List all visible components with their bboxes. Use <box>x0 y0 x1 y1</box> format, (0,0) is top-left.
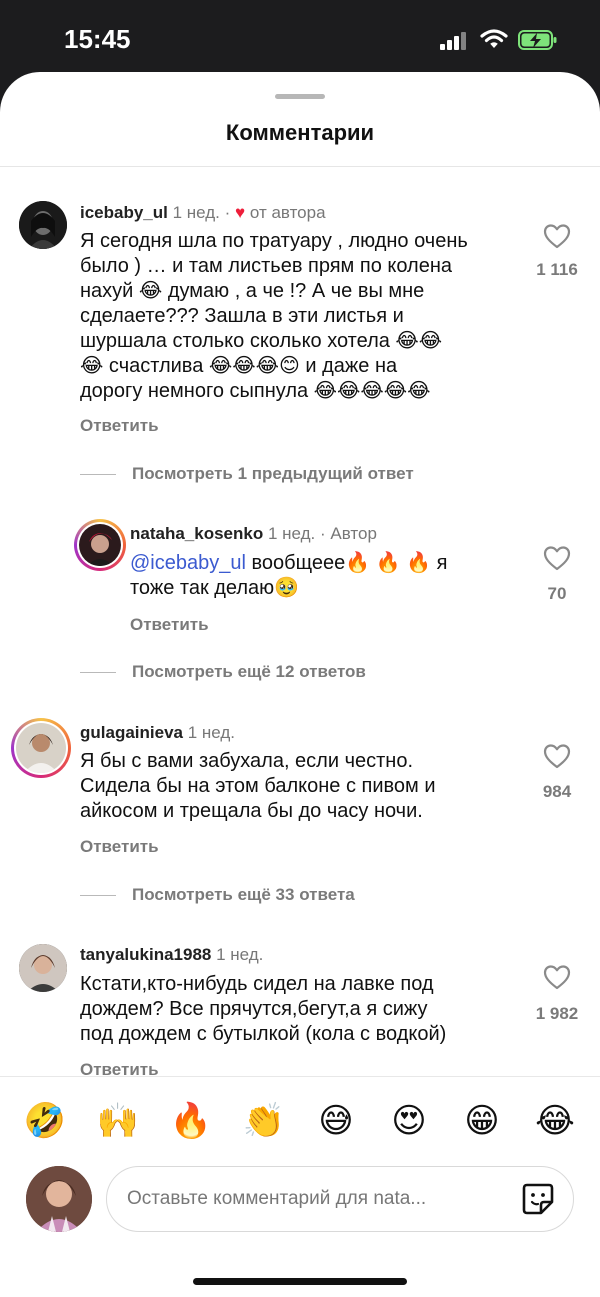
avatar[interactable] <box>19 201 67 249</box>
author-heart-icon: ♥ <box>235 203 246 222</box>
emoji-rofl[interactable]: 🤣 <box>20 1096 70 1146</box>
like-icon[interactable] <box>543 223 571 249</box>
reply-button[interactable]: Ответить <box>80 837 159 857</box>
avatar-story-ring[interactable] <box>11 718 71 778</box>
emoji-sweat-smile[interactable]: 😅 <box>311 1096 361 1146</box>
comment-list[interactable]: icebaby_ul 1 нед. · ♥ от автора Я сегодн… <box>0 167 600 1077</box>
comment-text: Я бы с вами забухала, если честно. Сидел… <box>80 749 530 824</box>
comment-text-rest: вообщеее🔥 🔥 🔥 я <box>245 552 448 574</box>
comment-line: айкосом и трещала бы до часу ночи. <box>80 800 423 822</box>
comment-time: 1 нед. <box>216 945 264 964</box>
emoji-raised-hands[interactable]: 🙌 <box>93 1096 143 1146</box>
composer-divider <box>0 1076 600 1077</box>
signal-icon <box>440 32 468 50</box>
reply-button[interactable]: Ответить <box>80 1060 159 1077</box>
home-indicator[interactable] <box>193 1278 407 1285</box>
comment-username[interactable]: nataha_kosenko <box>130 524 263 543</box>
like-count: 1 982 <box>535 1004 579 1023</box>
status-bar: 15:45 <box>0 0 600 80</box>
comments-sheet: Комментарии icebaby_ul 1 нед. · ♥ от авт… <box>0 72 600 1297</box>
emoji-grin[interactable]: 😁 <box>457 1096 507 1146</box>
comment-line: дождем? Все прячутся,бегут,а я сижу <box>80 998 428 1020</box>
comment-line: Сидела бы на этом балконе с пивом и <box>80 775 436 797</box>
comment-time: 1 нед. <box>187 723 236 742</box>
sheet-grabber[interactable] <box>275 94 325 99</box>
comment-line: дорогу немного сыпнула 😂😂😂😂😂 <box>80 380 431 402</box>
like-count: 984 <box>542 782 572 801</box>
like-icon[interactable] <box>543 743 571 769</box>
like-count: 1 116 <box>536 260 578 279</box>
emoji-fire[interactable]: 🔥 <box>166 1096 216 1146</box>
comment-username[interactable]: gulagainieva <box>80 723 183 742</box>
like-icon[interactable] <box>543 545 571 571</box>
status-time: 15:45 <box>64 24 131 54</box>
comment-username[interactable]: tanyalukina1988 <box>80 945 211 964</box>
comment-line: шуршала столько сколько хотела 😂😂 <box>80 330 443 352</box>
view-replies-button[interactable]: Посмотреть 1 предыдущий ответ <box>80 464 414 484</box>
comment-line: сделаете??? Зашла в эти листья и <box>80 305 404 327</box>
like-count: 70 <box>547 584 567 603</box>
replies-dash <box>80 672 116 674</box>
comment-line: тоже так делаю🥹 <box>130 577 300 599</box>
quick-emoji-bar: 🤣 🙌 🔥 👏 😅 😍 😁 😂 <box>0 1096 600 1146</box>
emoji-joy[interactable]: 😂 <box>530 1096 580 1146</box>
mention-link[interactable]: @icebaby_ul <box>130 552 246 574</box>
wifi-icon <box>480 29 508 48</box>
battery-charging-icon <box>518 30 557 50</box>
sticker-icon[interactable] <box>521 1182 555 1216</box>
avatar[interactable] <box>16 723 66 773</box>
comment-line: Кстати,кто-нибудь сидел на лавке под <box>80 973 434 995</box>
comment-line: под дождем с бутылкой (кола с водкой) <box>80 1023 447 1045</box>
avatar-story-ring[interactable] <box>74 519 126 571</box>
comment-line: Я сегодня шла по тратуару , людно очень <box>80 230 468 252</box>
comment-line: Я бы с вами забухала, если честно. <box>80 750 414 772</box>
comment-line: нахуй 😂 думаю , а че !? А че вы мне <box>80 280 425 302</box>
comment-line: было ) … и там листьев прям по колена <box>80 255 452 277</box>
comment-line: @icebaby_ul вообщеее🔥 🔥 🔥 я <box>130 551 530 576</box>
comment-line: 😂 счастлива 😂😂😂😊 и даже на <box>80 355 398 377</box>
view-replies-label: Посмотреть ещё 33 ответа <box>132 885 355 904</box>
comment-text: Я сегодня шла по тратуару , людно очень … <box>80 229 530 404</box>
avatar[interactable] <box>79 524 121 566</box>
comment-input[interactable]: Оставьте комментарий для nata... <box>106 1166 574 1232</box>
view-replies-label: Посмотреть ещё 12 ответов <box>132 662 366 681</box>
comment-time: 1 нед. <box>172 203 220 222</box>
emoji-clap[interactable]: 👏 <box>239 1096 289 1146</box>
comment-input-placeholder: Оставьте комментарий для nata... <box>127 1188 427 1209</box>
replies-dash <box>80 474 116 476</box>
comment-text: @icebaby_ul вообщеее🔥 🔥 🔥 я тоже так дел… <box>130 551 530 601</box>
avatar[interactable] <box>19 944 67 992</box>
emoji-heart-eyes[interactable]: 😍 <box>384 1096 434 1146</box>
comment-text: Кстати,кто-нибудь сидел на лавке под дож… <box>80 972 530 1047</box>
reply-button[interactable]: Ответить <box>80 416 159 436</box>
sheet-title: Комментарии <box>225 120 375 145</box>
comment-username[interactable]: icebaby_ul <box>80 203 168 222</box>
replies-dash <box>80 895 116 897</box>
view-replies-label: Посмотреть 1 предыдущий ответ <box>132 464 414 483</box>
meta-separator: · <box>320 524 326 543</box>
meta-separator: · <box>224 203 231 222</box>
current-user-avatar[interactable] <box>26 1166 92 1232</box>
view-replies-button[interactable]: Посмотреть ещё 12 ответов <box>80 662 366 682</box>
view-replies-button[interactable]: Посмотреть ещё 33 ответа <box>80 885 355 905</box>
author-badge: Автор <box>330 524 377 543</box>
reply-button[interactable]: Ответить <box>130 615 209 635</box>
like-icon[interactable] <box>543 964 571 990</box>
comment-time: 1 нед. <box>267 524 316 543</box>
author-liked-badge: от автора <box>249 203 326 222</box>
